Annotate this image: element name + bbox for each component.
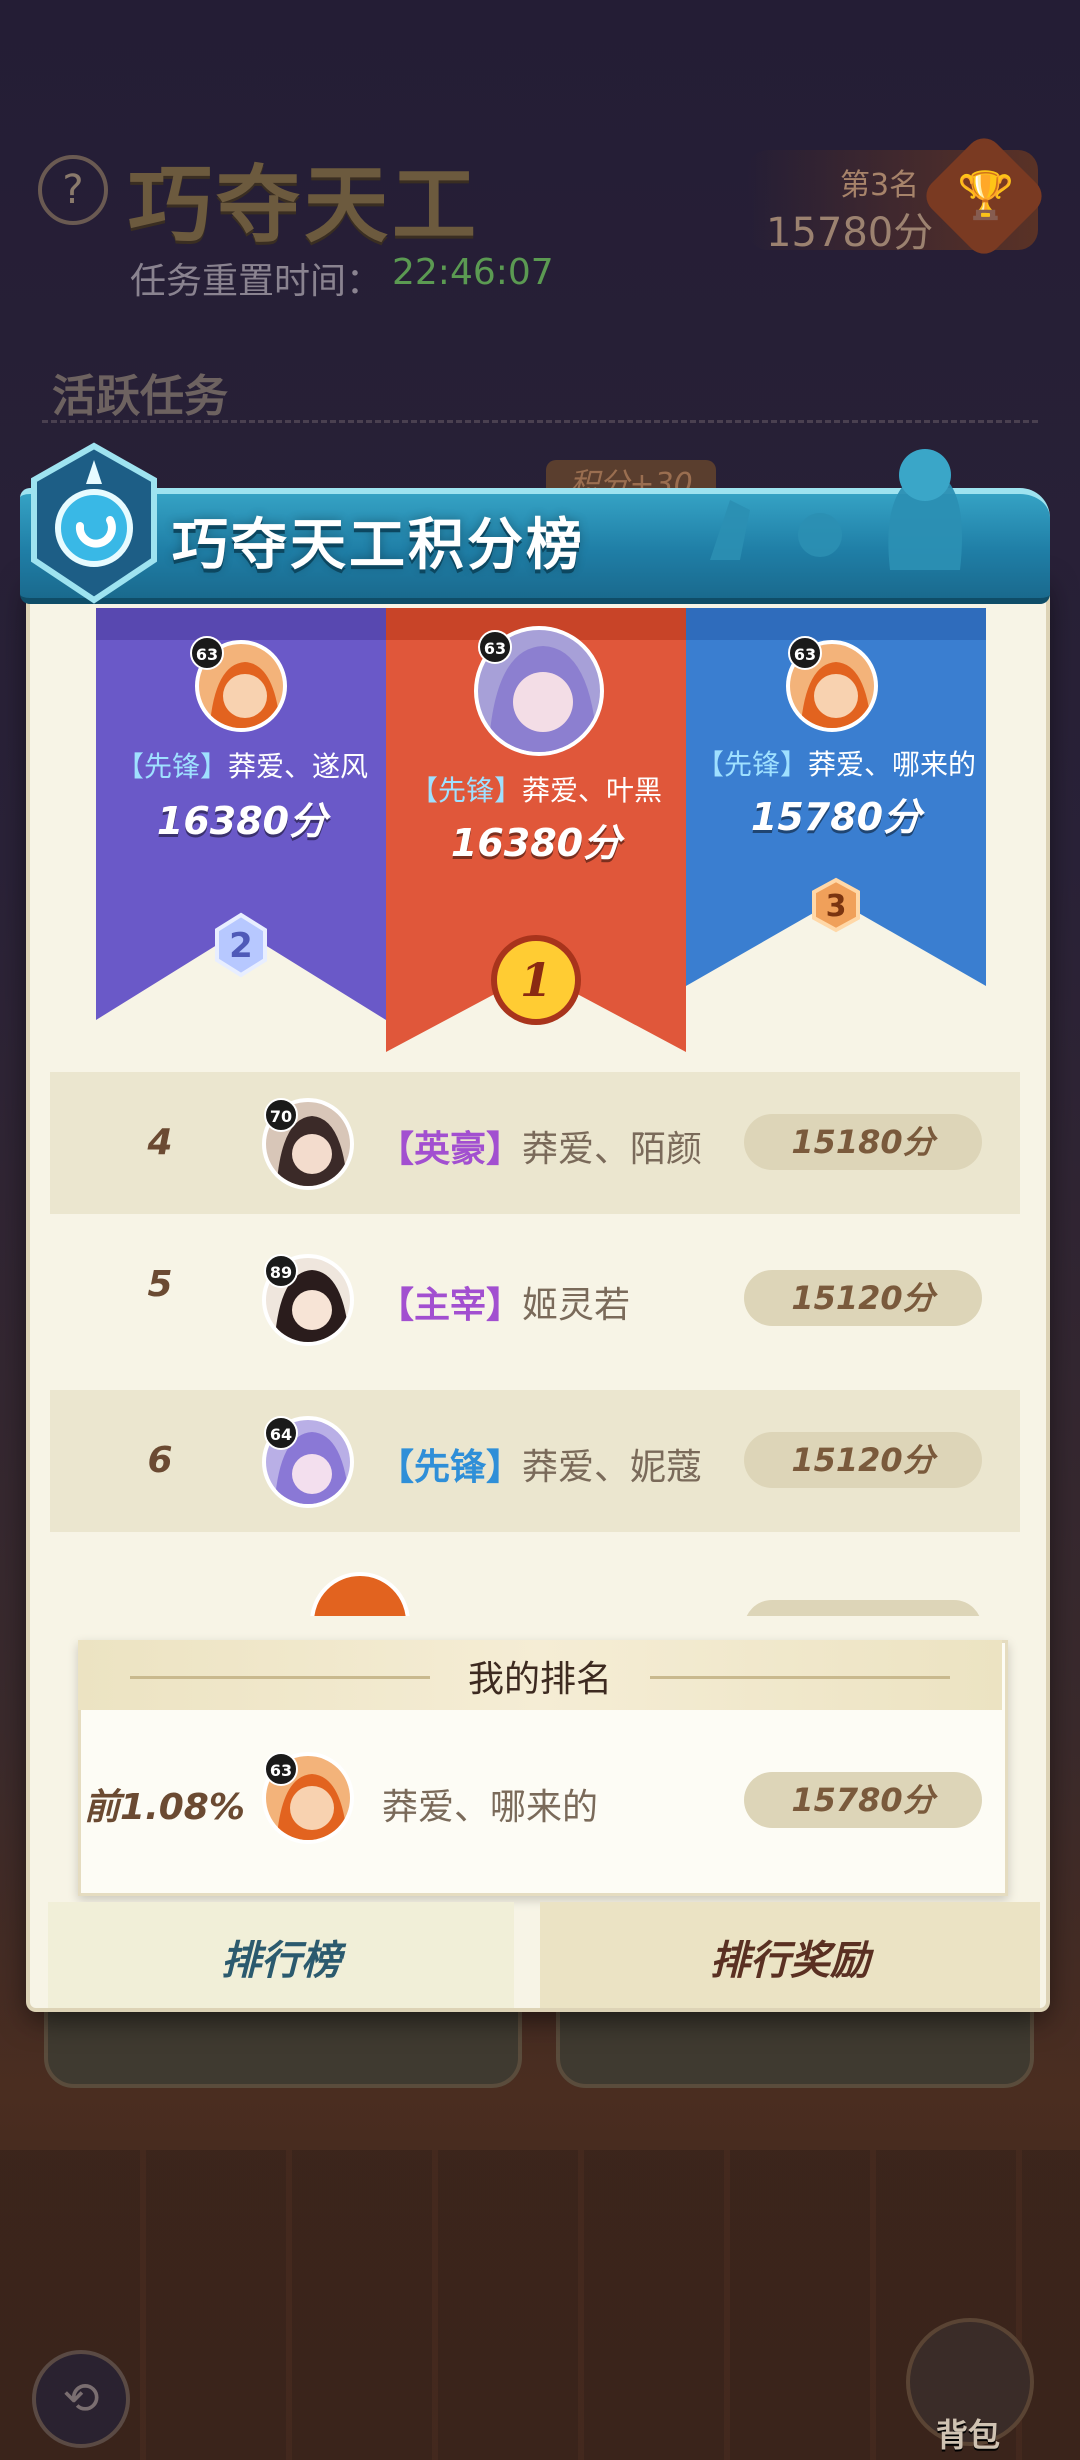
my-score: 15780分 <box>744 1772 982 1828</box>
avatar <box>310 1572 410 1616</box>
panel-title: 巧夺天工积分榜 <box>172 513 585 578</box>
podium-name-1: 【先锋】莽爱、叶黑 <box>409 774 663 807</box>
level-badge: 70 <box>264 1098 298 1132</box>
row-score: 15180分 <box>744 1114 982 1170</box>
my-player-name: 莽爱、哪来的 <box>382 1787 599 1828</box>
current-rank-label: 第3名 <box>840 168 920 203</box>
event-title: 巧夺天工 <box>128 155 481 254</box>
reset-time-value: 22:46:07 <box>392 252 554 293</box>
divider <box>42 420 1038 423</box>
podium-name-2: 【先锋】莽爱、遂风 <box>115 750 369 783</box>
row-score <box>744 1600 982 1616</box>
podium-score-3: 15780分 <box>750 795 922 839</box>
svg-text:3: 3 <box>826 889 847 924</box>
my-rank-title: 我的排名 <box>467 1659 612 1700</box>
row-player-name: 【先锋】莽爱、妮蔻 <box>378 1447 703 1488</box>
podium-score-1: 16380分 <box>450 821 622 865</box>
row-score: 15120分 <box>744 1270 982 1326</box>
svg-text:2: 2 <box>229 926 253 966</box>
leaderboard-row-partial[interactable] <box>50 1538 1020 1616</box>
level-badge: 89 <box>264 1254 298 1288</box>
level-badge: 63 <box>190 636 224 670</box>
level-badge: 63 <box>788 636 822 670</box>
bag-label: 背包 <box>935 2416 1000 2454</box>
row-player-name: 【英豪】莽爱、陌颜 <box>378 1129 703 1170</box>
back-icon[interactable]: ⟲ <box>32 2350 130 2448</box>
leaderboard-row[interactable]: 4 70 【英豪】莽爱、陌颜 15180分 <box>50 1072 1020 1214</box>
row-rank: 4 <box>147 1122 173 1163</box>
banner-silhouette-icon <box>710 449 962 570</box>
level-badge: 63 <box>478 630 512 664</box>
podium-name-3: 【先锋】莽爱、哪来的 <box>695 748 977 781</box>
active-tasks-heading: 活跃任务 <box>52 371 228 422</box>
svg-text:1: 1 <box>520 953 552 1007</box>
trophy-glyph: 🏆 <box>957 168 1015 222</box>
leaderboard-emblem-icon <box>31 442 157 604</box>
podium-score-2: 16380分 <box>156 799 328 843</box>
leaderboard-row[interactable]: 5 89 【主宰】姬灵若 15120分 <box>50 1214 1020 1356</box>
level-badge: 64 <box>264 1416 298 1450</box>
my-rank-percent: 前1.08% <box>84 1787 245 1828</box>
current-rank-score: 15780分 <box>766 210 934 256</box>
medal-1-icon: 1 <box>491 935 581 1025</box>
reset-time-label: 任务重置时间： <box>130 261 383 302</box>
tab-leaderboard-label: 排行榜 <box>221 1938 341 1984</box>
level-badge: 63 <box>264 1752 298 1786</box>
row-rank: 5 <box>147 1264 173 1305</box>
leaderboard-row[interactable]: 6 64 【先锋】莽爱、妮蔻 15120分 <box>50 1390 1020 1532</box>
row-rank: 6 <box>147 1440 173 1481</box>
row-player-name: 【主宰】姬灵若 <box>378 1285 631 1326</box>
help-icon[interactable]: ? <box>38 155 108 225</box>
medal-2-icon: 2 <box>215 912 267 978</box>
row-score: 15120分 <box>744 1432 982 1488</box>
tab-rewards-label: 排行奖励 <box>710 1938 870 1984</box>
medal-3-icon: 3 <box>812 877 860 933</box>
